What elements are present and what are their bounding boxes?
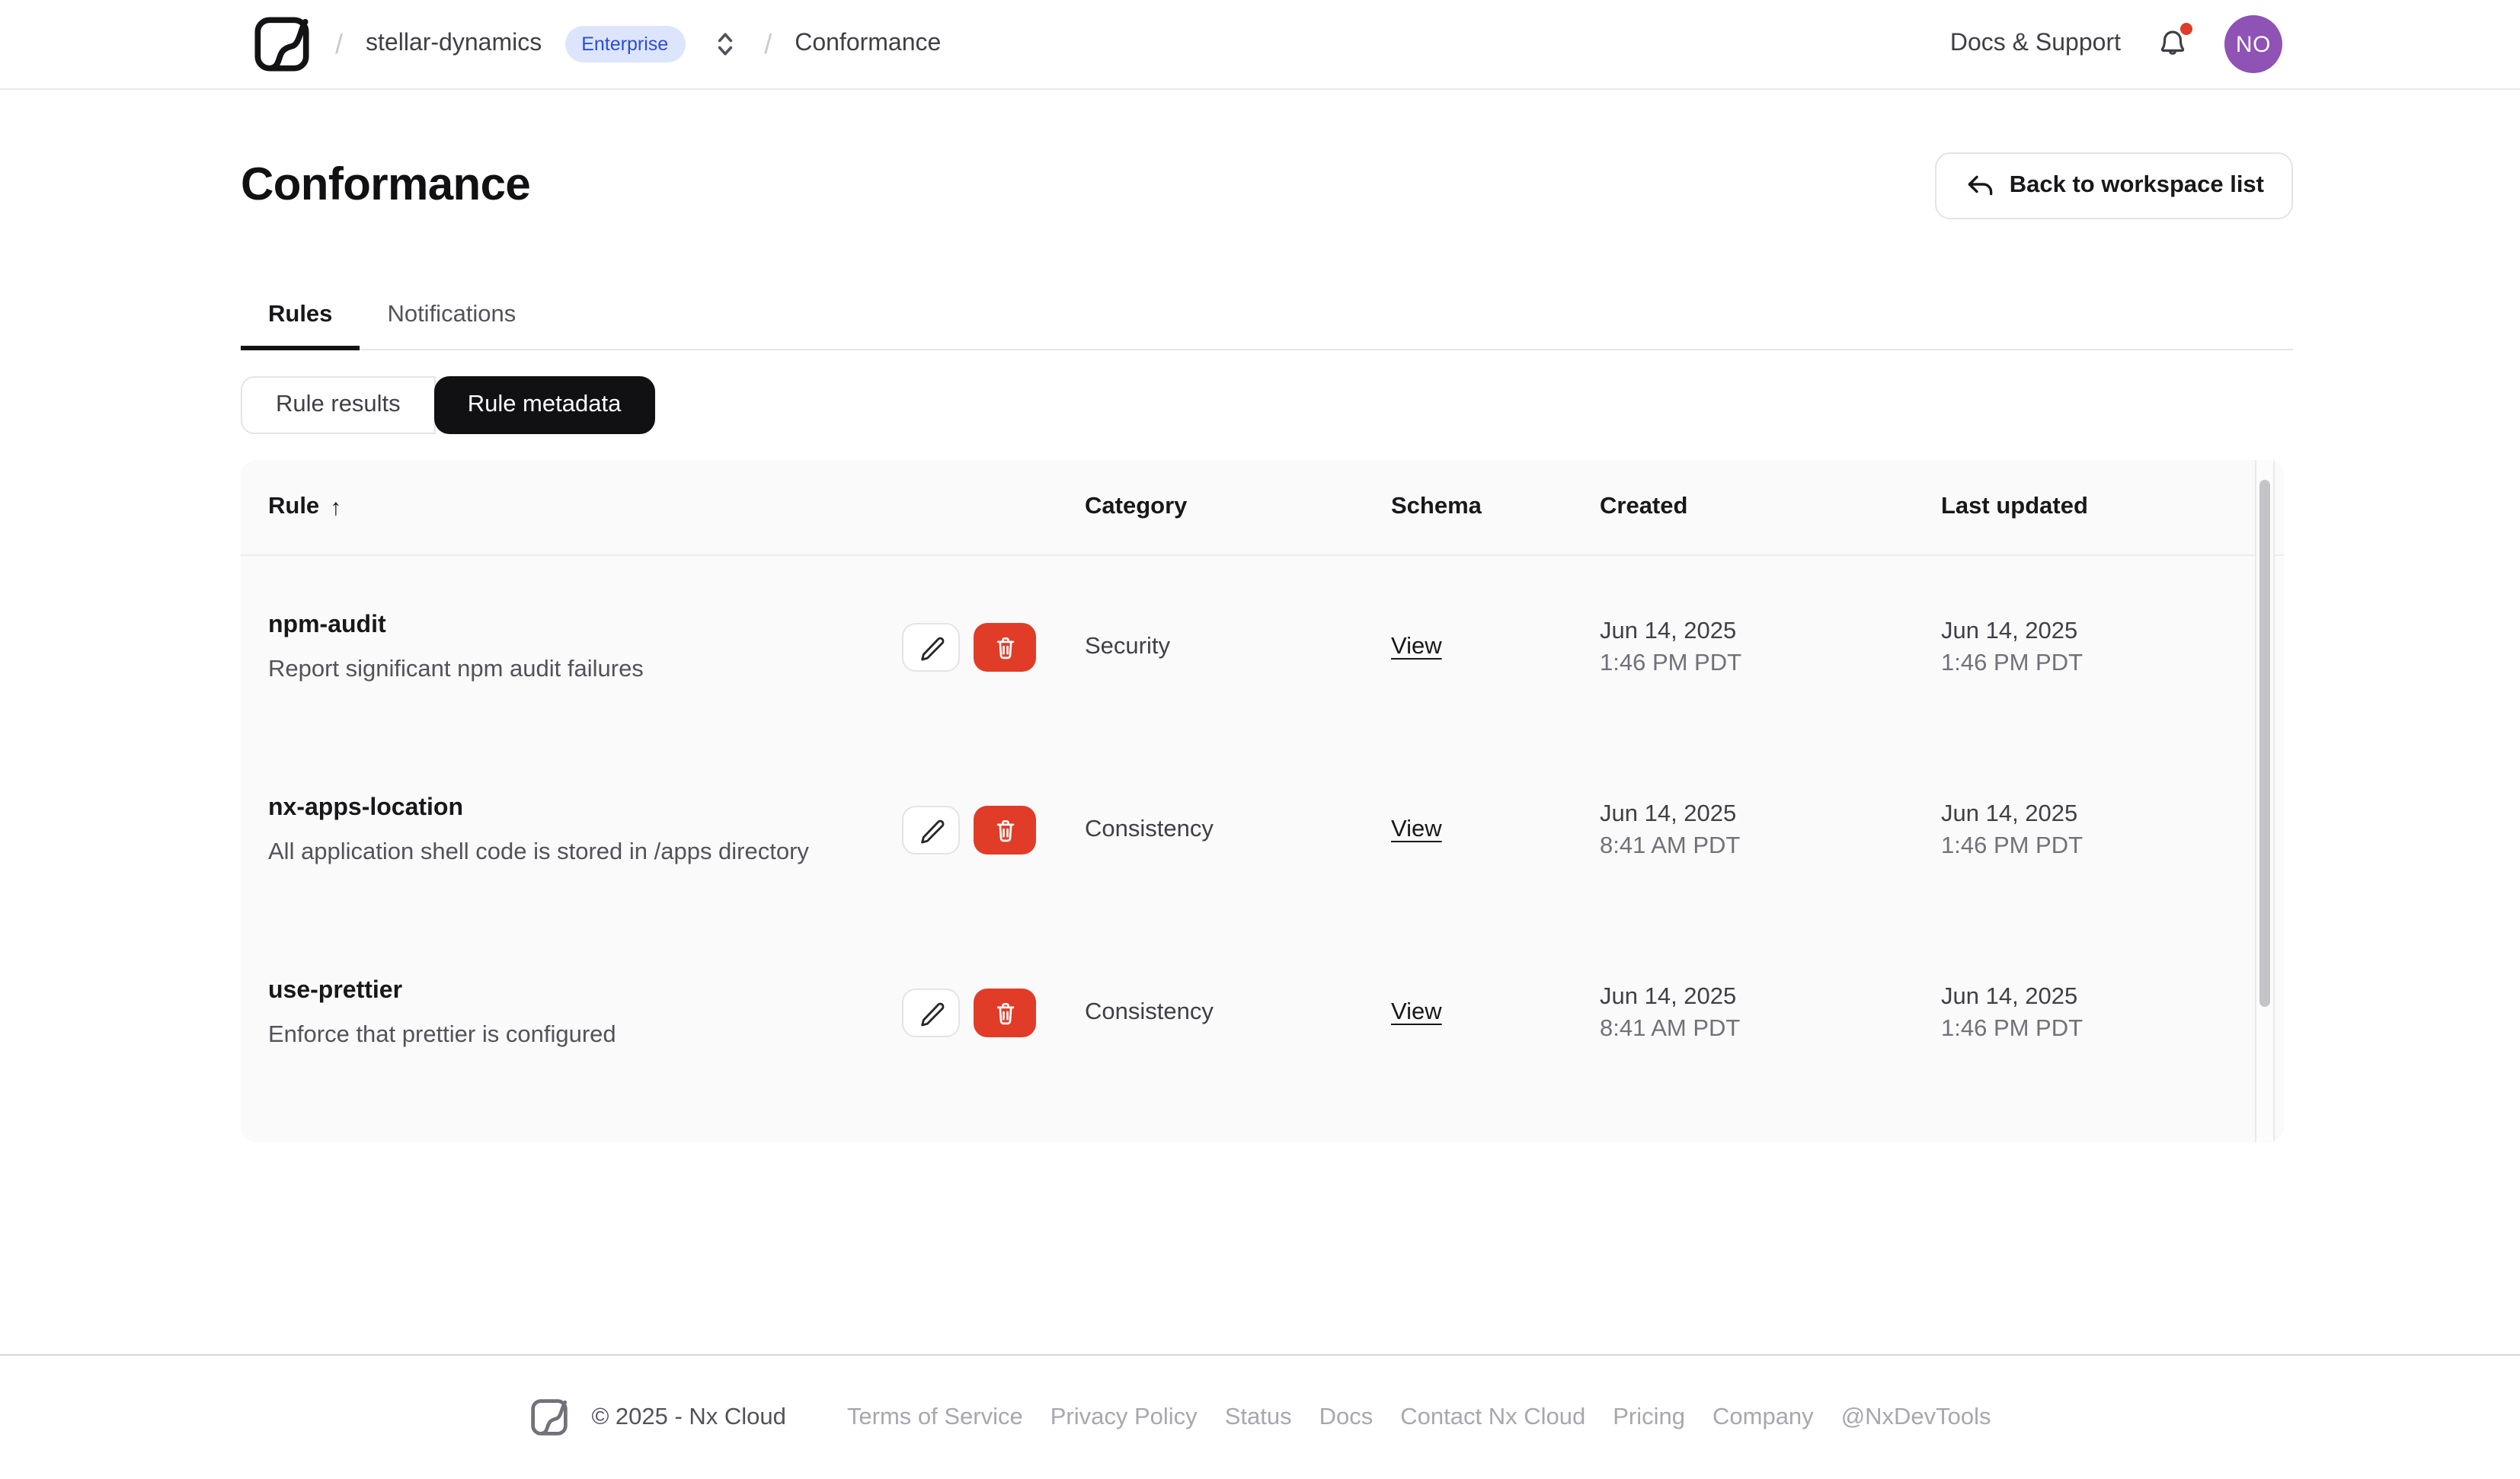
updated-time: 1:46 PM PDT [1941, 650, 2083, 676]
table-row: nx-apps-location All application shell c… [241, 739, 2284, 922]
pencil-icon [920, 636, 944, 660]
updated-date: Jun 14, 2025 [1941, 984, 2078, 1010]
created-time: 8:41 AM PDT [1600, 1016, 1741, 1042]
notification-bell-button[interactable] [2154, 23, 2192, 62]
category-value: Consistency [1085, 816, 1214, 842]
user-avatar[interactable]: NO [2224, 15, 2282, 73]
schema-view-link[interactable]: View [1391, 816, 1442, 842]
created-date: Jun 14, 2025 [1600, 984, 1737, 1010]
footer-copyright: © 2025 - Nx Cloud [591, 1404, 786, 1429]
rule-name: use-prettier [268, 978, 403, 1004]
pencil-icon [920, 819, 944, 843]
edit-rule-button[interactable] [902, 623, 960, 672]
breadcrumb-separator: / [764, 28, 772, 59]
back-to-workspace-button[interactable]: Back to workspace list [1934, 152, 2293, 219]
table-scrollbar [2255, 460, 2275, 1142]
column-header-last-updated[interactable]: Last updated [1941, 494, 2284, 521]
back-button-label: Back to workspace list [2009, 172, 2264, 198]
header-bar: / stellar-dynamics Enterprise / Conforma… [0, 0, 2520, 90]
sort-up-arrow: ↑ [330, 494, 342, 520]
updated-date: Jun 14, 2025 [1941, 618, 2078, 644]
footer-link-docs[interactable]: Docs [1319, 1404, 1374, 1431]
rule-name: npm-audit [268, 612, 386, 638]
workspace-name[interactable]: stellar-dynamics [366, 30, 542, 58]
page-title: Conformance [241, 160, 531, 210]
delete-rule-button[interactable] [974, 806, 1036, 854]
edit-rule-button[interactable] [902, 806, 960, 854]
trash-icon [996, 637, 1014, 660]
scrollbar-thumb[interactable] [2259, 480, 2270, 1007]
app-window: / stellar-dynamics Enterprise / Conforma… [0, 0, 2520, 1479]
undo-arrow-icon [1968, 175, 1993, 196]
pencil-icon [920, 1001, 944, 1026]
footer-link-status[interactable]: Status [1225, 1404, 1292, 1431]
footer: © 2025 - Nx Cloud Terms of Service Priva… [0, 1354, 2520, 1479]
enterprise-badge: Enterprise [564, 25, 686, 63]
avatar-initials: NO [2235, 31, 2272, 57]
delete-rule-button[interactable] [974, 623, 1036, 672]
rule-description: All application shell code is stored in … [268, 839, 809, 865]
column-header-rule[interactable]: Rule ↑ [241, 494, 902, 521]
notification-dot [2180, 23, 2192, 35]
table-row: npm-audit Report significant npm audit f… [241, 556, 2284, 739]
schema-view-link[interactable]: View [1391, 999, 1442, 1025]
footer-link-pricing[interactable]: Pricing [1613, 1404, 1685, 1431]
tab-bar: Rules Notifications [241, 302, 2293, 350]
breadcrumb: / stellar-dynamics Enterprise / Conforma… [251, 14, 941, 75]
main-content: Conformance Back to workspace list Rules… [0, 152, 2520, 1142]
trash-icon [996, 819, 1014, 842]
footer-link-company[interactable]: Company [1713, 1404, 1814, 1431]
table-header-row: Rule ↑ Category Schema Created Last upda… [241, 460, 2284, 556]
created-date: Jun 14, 2025 [1600, 801, 1737, 827]
segment-rule-metadata[interactable]: Rule metadata [433, 376, 655, 434]
footer-link-privacy[interactable]: Privacy Policy [1051, 1404, 1198, 1431]
created-date: Jun 14, 2025 [1600, 618, 1737, 644]
segment-rule-results[interactable]: Rule results [241, 376, 436, 434]
rules-table: Rule ↑ Category Schema Created Last upda… [241, 460, 2284, 1142]
created-time: 1:46 PM PDT [1600, 650, 1742, 676]
category-value: Security [1085, 634, 1170, 660]
breadcrumb-page[interactable]: Conformance [795, 30, 941, 58]
workspace-switcher-icon[interactable] [708, 27, 741, 61]
rule-description: Report significant npm audit failures [268, 656, 644, 682]
schema-view-link[interactable]: View [1391, 634, 1442, 660]
updated-time: 1:46 PM PDT [1941, 1016, 2083, 1042]
tab-rules[interactable]: Rules [241, 302, 360, 350]
column-header-schema[interactable]: Schema [1391, 494, 1600, 521]
nx-logo-icon[interactable] [251, 14, 312, 75]
tab-notifications[interactable]: Notifications [360, 302, 543, 350]
header-actions: Docs & Support NO [1950, 15, 2282, 73]
column-header-category[interactable]: Category [1085, 494, 1391, 521]
footer-nx-logo-icon [529, 1397, 570, 1438]
footer-link-terms[interactable]: Terms of Service [847, 1404, 1023, 1431]
footer-link-contact[interactable]: Contact Nx Cloud [1400, 1404, 1585, 1431]
trash-icon [996, 1002, 1014, 1025]
created-time: 8:41 AM PDT [1600, 833, 1741, 859]
table-row: use-prettier Enforce that prettier is co… [241, 922, 2284, 1104]
edit-rule-button[interactable] [902, 989, 960, 1037]
category-value: Consistency [1085, 999, 1214, 1025]
updated-date: Jun 14, 2025 [1941, 801, 2078, 827]
rule-description: Enforce that prettier is configured [268, 1022, 616, 1048]
segmented-control: Rule results Rule metadata [241, 376, 2293, 434]
docs-support-link[interactable]: Docs & Support [1950, 30, 2121, 58]
footer-link-twitter[interactable]: @NxDevTools [1841, 1404, 1991, 1431]
rule-name: nx-apps-location [268, 795, 464, 821]
breadcrumb-separator: / [335, 28, 344, 59]
updated-time: 1:46 PM PDT [1941, 833, 2083, 859]
delete-rule-button[interactable] [974, 989, 1036, 1037]
column-header-created[interactable]: Created [1600, 494, 1941, 521]
